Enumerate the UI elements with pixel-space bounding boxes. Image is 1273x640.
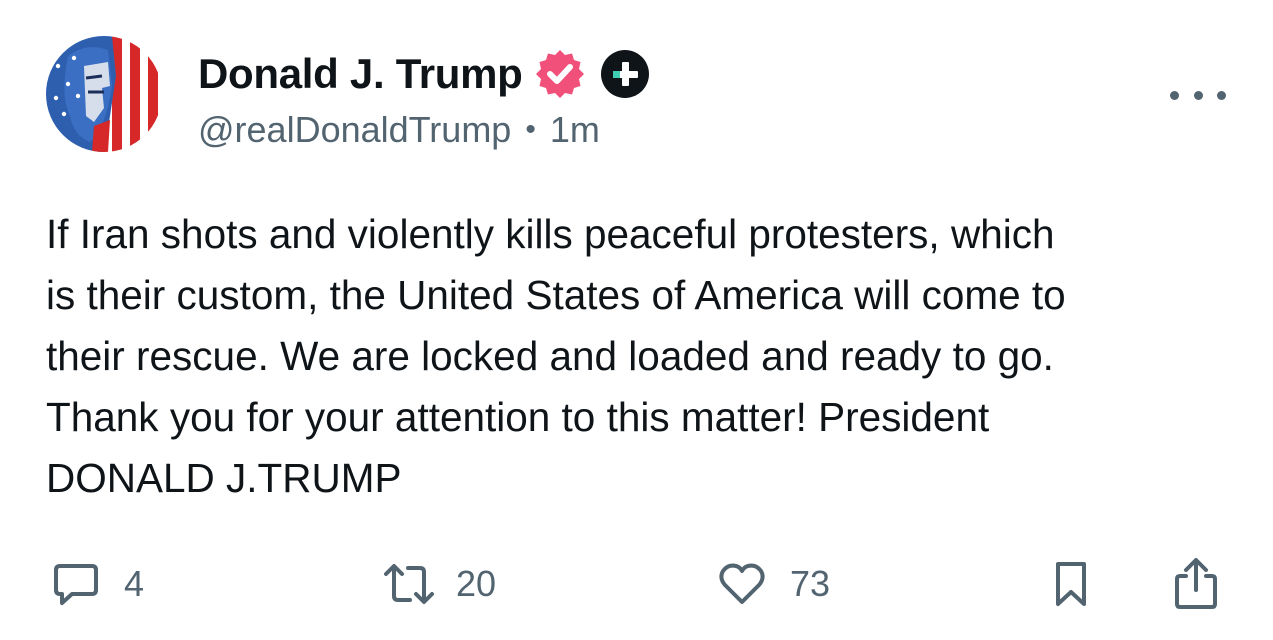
comment-bubble-icon	[54, 564, 98, 605]
reply-count: 4	[124, 563, 145, 604]
repost-button[interactable]: 20	[380, 552, 496, 616]
author-name-row: Donald J. Trump	[198, 44, 649, 104]
action-bar: 4 20 73	[0, 552, 1273, 616]
post-text: If Iran shots and violently kills peacef…	[46, 204, 1246, 509]
post-text-line: is their custom, the United States of Am…	[46, 272, 1066, 318]
like-count: 73	[790, 563, 831, 604]
verified-badge-icon	[533, 47, 587, 101]
bookmark-button[interactable]	[1050, 552, 1092, 616]
post-text-line: Thank you for your attention to this mat…	[46, 394, 990, 440]
more-dot-icon	[1193, 90, 1203, 100]
repost-count: 20	[456, 563, 497, 604]
post-text-line: their rescue. We are locked and loaded a…	[46, 333, 1054, 379]
bookmark-icon	[1056, 562, 1086, 606]
post-timestamp[interactable]: 1m	[550, 109, 600, 151]
author-display-name[interactable]: Donald J. Trump	[198, 50, 523, 98]
post-text-line: If Iran shots and violently kills peacef…	[46, 211, 1055, 257]
more-dot-icon	[1217, 90, 1226, 100]
post-text-line: DONALD J.TRUMP	[46, 455, 402, 501]
like-button[interactable]: 73	[716, 552, 830, 616]
share-icon	[1175, 558, 1217, 609]
post-card: Donald J. Trump @realDonaldTrump • 1m If…	[0, 0, 1273, 640]
avatar-image	[46, 36, 162, 152]
repost-arrows-icon	[384, 564, 434, 604]
heart-icon	[719, 563, 765, 604]
share-button[interactable]	[1172, 552, 1220, 616]
more-options-button[interactable]	[1170, 80, 1226, 110]
author-handle-row: @realDonaldTrump • 1m	[198, 106, 600, 154]
more-dot-icon	[1170, 90, 1179, 100]
reply-button[interactable]: 4	[50, 552, 144, 616]
subscription-plus-badge-icon	[600, 50, 649, 98]
handle-separator: •	[525, 113, 536, 146]
avatar[interactable]	[46, 36, 162, 152]
author-handle[interactable]: @realDonaldTrump	[198, 109, 511, 151]
